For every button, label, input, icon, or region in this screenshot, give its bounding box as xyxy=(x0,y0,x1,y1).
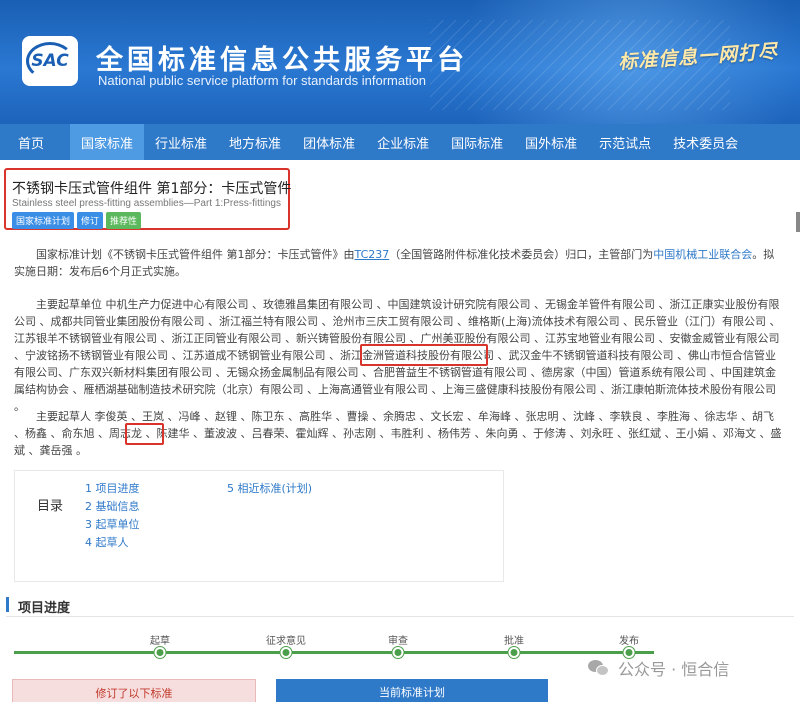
toc-item-drafters[interactable]: 4 起草人 xyxy=(85,534,140,552)
nav-item-national[interactable]: 国家标准 xyxy=(70,124,145,160)
progress-step-label: 征求意见 xyxy=(266,636,306,647)
progress-step-label: 起草 xyxy=(150,636,170,647)
dept-link[interactable]: 中国机械工业联合会 xyxy=(653,248,752,261)
section-divider xyxy=(6,616,794,617)
tag-revision: 修订 xyxy=(77,212,104,229)
header-banner: SAC 全国标准信息公共服务平台 National public service… xyxy=(0,0,800,124)
unit-highlight-box xyxy=(360,344,488,366)
toc-item-drafting-units[interactable]: 3 起草单位 xyxy=(85,516,140,534)
nav-item-enterprise[interactable]: 企业标准 xyxy=(366,124,440,160)
progress-step-label: 批准 xyxy=(504,636,524,647)
tag-plan: 国家标准计划 xyxy=(12,212,75,229)
nav-item-home[interactable]: 首页 xyxy=(0,124,70,160)
standard-title: 不锈钢卡压式管件组件 第1部分：卡压式管件 xyxy=(12,181,292,197)
current-plan-button[interactable]: 当前标准计划 xyxy=(276,679,548,702)
watermark-text: 公众号 · 恒合信 xyxy=(618,660,730,679)
nav-item-committee[interactable]: 技术委员会 xyxy=(662,124,749,160)
toc-item-related[interactable]: 5 相近标准(计划) xyxy=(227,480,312,498)
nav-item-pilot[interactable]: 示范试点 xyxy=(588,124,662,160)
sac-logo[interactable]: SAC xyxy=(22,36,78,86)
units-text-b: 、广东双兴新材料集团有限公司 、无锡众扬金属制品有限公司 、合肥普益生不锈钢管道… xyxy=(14,366,776,413)
tc-link[interactable]: TC237 xyxy=(355,248,390,261)
scrollbar-thumb[interactable] xyxy=(796,212,800,232)
toc-item-basic-info[interactable]: 2 基础信息 xyxy=(85,498,140,516)
tag-recommended: 推荐性 xyxy=(106,212,142,229)
toc-list-col2: 5 相近标准(计划) xyxy=(227,480,312,498)
progress-step-label: 审查 xyxy=(388,636,408,647)
wechat-icon xyxy=(588,658,610,678)
toc-item-progress[interactable]: 1 项目进度 xyxy=(85,480,140,498)
highlighted-drafter: 吕春荣 xyxy=(251,427,285,440)
intro-text-a: 国家标准计划《不锈钢卡压式管件组件 第1部分：卡压式管件》由 xyxy=(36,248,355,261)
revised-standards-button[interactable]: 修订了以下标准 xyxy=(12,679,256,702)
nav-item-group[interactable]: 团体标准 xyxy=(292,124,366,160)
progress-step-dot xyxy=(154,647,166,658)
progress-step-label: 发布 xyxy=(619,636,639,647)
standard-tags: 国家标准计划 修订 推荐性 xyxy=(12,212,142,229)
main-nav: 首页 国家标准 行业标准 地方标准 团体标准 企业标准 国际标准 国外标准 示范… xyxy=(0,124,800,160)
drafter-highlight-box xyxy=(125,423,164,445)
table-of-contents: 目录 1 项目进度 2 基础信息 3 起草单位 4 起草人 5 相近标准(计划) xyxy=(14,470,504,582)
progress-step-dot xyxy=(508,647,520,658)
progress-step-dot xyxy=(280,647,292,658)
progress-section-title: 项目进度 xyxy=(18,601,71,616)
toc-label: 目录 xyxy=(37,499,64,514)
watermark: 公众号 · 恒合信 xyxy=(588,656,729,680)
site-title: 全国标准信息公共服务平台 xyxy=(96,45,468,76)
intro-text-b: （全国管路附件标准化技术委员会）归口，主管部门为 xyxy=(389,248,654,261)
nav-item-foreign[interactable]: 国外标准 xyxy=(514,124,588,160)
nav-item-local[interactable]: 地方标准 xyxy=(218,124,292,160)
progress-step-dot xyxy=(392,647,404,658)
section-accent-bar xyxy=(6,597,9,612)
site-subtitle: National public service platform for sta… xyxy=(98,73,427,88)
intro-paragraph: 国家标准计划《不锈钢卡压式管件组件 第1部分：卡压式管件》由TC237（全国管路… xyxy=(14,246,784,280)
standard-title-en: Stainless steel press-fitting assemblies… xyxy=(12,198,281,209)
progress-track xyxy=(14,651,654,654)
nav-item-international[interactable]: 国际标准 xyxy=(440,124,514,160)
page: SAC 全国标准信息公共服务平台 National public service… xyxy=(0,0,800,702)
nav-item-industry[interactable]: 行业标准 xyxy=(144,124,218,160)
logo-arc-icon xyxy=(26,42,74,80)
toc-list: 1 项目进度 2 基础信息 3 起草单位 4 起草人 xyxy=(85,480,140,552)
